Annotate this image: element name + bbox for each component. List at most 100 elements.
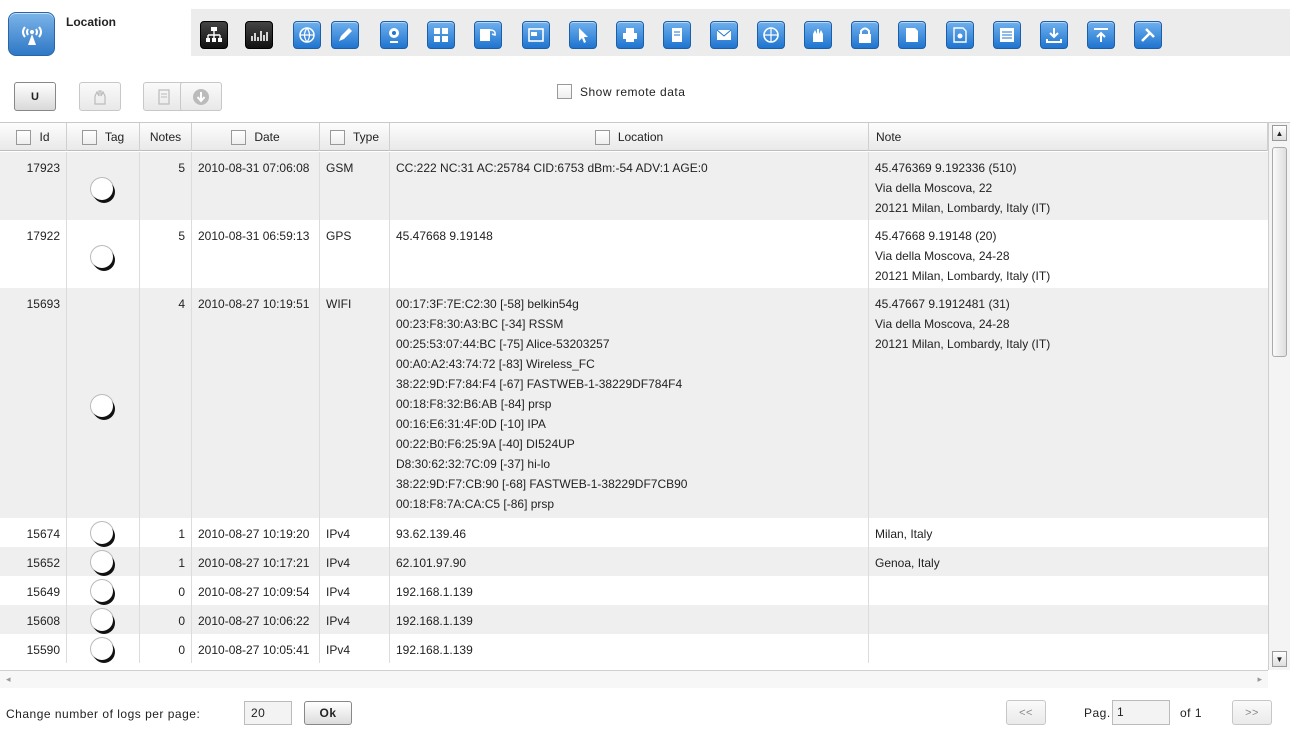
cell-notes: 5 — [140, 220, 192, 288]
location-line: 93.62.139.46 — [396, 527, 467, 541]
note-line: Via della Moscova, 24-28 — [875, 317, 1010, 331]
location-line: 192.168.1.139 — [396, 585, 473, 599]
pencil-icon[interactable] — [331, 21, 359, 49]
location-line: 38:22:9D:F7:84:F4 [-67] FASTWEB-1-38229D… — [396, 377, 683, 391]
prev-page-button[interactable]: << — [1006, 700, 1046, 725]
mail-icon[interactable] — [710, 21, 738, 49]
apps-icon[interactable] — [427, 21, 455, 49]
location-line: 00:17:3F:7E:C2:30 [-58] belkin54g — [396, 297, 579, 311]
cell-type: IPv4 — [320, 605, 390, 634]
scroll-left-icon[interactable]: ◂ — [6, 674, 11, 685]
table-row[interactable]: 15608 0 2010-08-27 10:06:22 IPv4 192.168.1.1… — [0, 605, 1268, 634]
printer-icon[interactable] — [616, 21, 644, 49]
tag-toggle[interactable] — [91, 638, 113, 660]
col-date-checkbox[interactable] — [231, 129, 247, 145]
hand-action-button[interactable] — [79, 82, 121, 111]
show-remote-checkbox[interactable] — [557, 84, 572, 99]
download-action-button[interactable] — [180, 82, 222, 111]
col-type-checkbox[interactable] — [329, 129, 345, 145]
scroll-down-icon[interactable]: ▼ — [1272, 651, 1287, 667]
table-row[interactable]: 15649 0 2010-08-27 10:09:54 IPv4 192.168.1.1… — [0, 576, 1268, 605]
tag-toggle[interactable] — [91, 395, 113, 417]
chat-icon[interactable] — [474, 21, 502, 49]
table-row[interactable]: 15652 1 2010-08-27 10:17:21 IPv4 62.101.97.9… — [0, 547, 1268, 576]
table-row[interactable]: 17922 5 2010-08-31 06:59:13 GPS 45.47668 9.1… — [0, 220, 1268, 288]
cell-date: 2010-08-27 10:17:21 — [192, 547, 320, 576]
cell-location: 93.62.139.46 — [390, 518, 869, 547]
file-settings-icon[interactable] — [946, 21, 974, 49]
cell-location: 192.168.1.139 — [390, 576, 869, 605]
cell-location: CC:222 NC:31 AC:25784 CID:6753 dBm:-54 A… — [390, 152, 869, 220]
per-page-input[interactable]: 20 — [244, 701, 292, 725]
tag-toggle[interactable] — [91, 580, 113, 602]
col-notes[interactable]: Notes — [140, 123, 192, 151]
cell-notes: 0 — [140, 634, 192, 663]
table-row[interactable]: 17923 5 2010-08-31 07:06:08 GSM CC:222 NC:31… — [0, 152, 1268, 220]
cell-date: 2010-08-31 07:06:08 — [192, 152, 320, 220]
cursor-icon[interactable] — [569, 21, 597, 49]
cell-notes: 1 — [140, 518, 192, 547]
page-input[interactable]: 1 — [1112, 700, 1170, 725]
cell-notes: 4 — [140, 288, 192, 518]
note-line: Genoa, Italy — [875, 556, 940, 570]
note-line: 20121 Milan, Lombardy, Italy (IT) — [875, 269, 1051, 283]
col-date[interactable]: Date — [192, 123, 320, 151]
tag-toggle[interactable] — [91, 551, 113, 573]
tag-toggle[interactable] — [91, 246, 113, 268]
antenna-icon[interactable] — [8, 12, 55, 56]
u-button[interactable]: U — [14, 82, 56, 111]
log-table: Id Tag Notes Date Type Location Note 179… — [0, 122, 1290, 670]
table-row[interactable]: 15693 4 2010-08-27 10:19:51 WIFI 00:17:3F:7E… — [0, 288, 1268, 518]
upload-icon[interactable] — [1087, 21, 1115, 49]
table-row[interactable]: 15674 1 2010-08-27 10:19:20 IPv4 93.62.139.4… — [0, 518, 1268, 547]
show-remote-toggle[interactable]: Show remote data — [557, 84, 685, 99]
cell-note — [869, 605, 1268, 634]
table-row[interactable]: 15590 0 2010-08-27 10:05:41 IPv4 192.168.1.1… — [0, 634, 1268, 663]
cell-notes: 0 — [140, 605, 192, 634]
cell-id: 15652 — [0, 547, 67, 576]
tag-toggle[interactable] — [91, 178, 113, 200]
col-tag-checkbox[interactable] — [81, 129, 97, 145]
cell-tag — [67, 288, 140, 518]
screen-icon[interactable] — [993, 21, 1021, 49]
cell-id: 17923 — [0, 152, 67, 220]
scroll-up-icon[interactable]: ▲ — [1272, 125, 1287, 141]
tag-toggle[interactable] — [91, 522, 113, 544]
scroll-thumb[interactable] — [1272, 147, 1287, 357]
next-page-button[interactable]: >> — [1232, 700, 1272, 725]
horizontal-scrollbar[interactable]: ◂ ▸ — [0, 670, 1268, 688]
cell-tag — [67, 547, 140, 576]
col-id[interactable]: Id — [0, 123, 67, 151]
cell-date: 2010-08-27 10:06:22 — [192, 605, 320, 634]
col-location-checkbox[interactable] — [594, 129, 610, 145]
internet-icon[interactable] — [757, 21, 785, 49]
col-location[interactable]: Location — [390, 123, 869, 151]
location-line: 192.168.1.139 — [396, 643, 473, 657]
vertical-scrollbar[interactable]: ▲ ▼ — [1268, 123, 1290, 670]
ok-button[interactable]: Ok — [304, 701, 352, 725]
location-line: 00:18:F8:32:B6:AB [-84] prsp — [396, 397, 552, 411]
document-icon[interactable] — [898, 21, 926, 49]
globe-icon[interactable] — [293, 21, 321, 49]
tag-toggle[interactable] — [91, 609, 113, 631]
cell-type: GPS — [320, 220, 390, 288]
phone-book-icon[interactable] — [663, 21, 691, 49]
cell-type: IPv4 — [320, 634, 390, 663]
cell-tag — [67, 576, 140, 605]
page-total: of 1 — [1180, 706, 1203, 720]
hand-icon[interactable] — [804, 21, 832, 49]
window-icon[interactable] — [522, 21, 550, 49]
location-line: CC:222 NC:31 AC:25784 CID:6753 dBm:-54 A… — [396, 161, 708, 175]
network-icon[interactable] — [200, 21, 228, 49]
tools-icon[interactable] — [1134, 21, 1162, 49]
scroll-right-icon[interactable]: ▸ — [1257, 674, 1262, 685]
col-type[interactable]: Type — [320, 123, 390, 151]
webcam-icon[interactable] — [380, 21, 408, 49]
lock-icon[interactable] — [851, 21, 879, 49]
bar-chart-icon[interactable] — [245, 21, 273, 49]
doc-action-button[interactable] — [143, 82, 185, 111]
col-id-checkbox[interactable] — [16, 129, 32, 145]
col-tag[interactable]: Tag — [67, 123, 140, 151]
download-icon[interactable] — [1040, 21, 1068, 49]
col-note[interactable]: Note — [869, 123, 1268, 151]
